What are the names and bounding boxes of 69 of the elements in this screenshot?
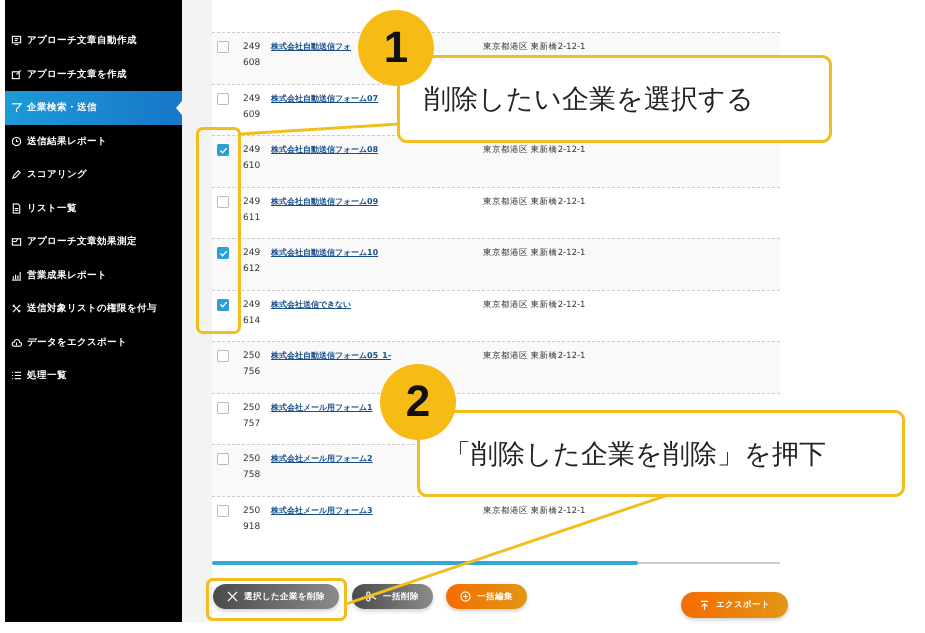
company-address: 東京都港区 東新橋2-12-1	[483, 144, 586, 156]
row-checkbox[interactable]	[217, 41, 229, 53]
sidebar-item[interactable]: スコアリング	[5, 158, 182, 192]
company-link[interactable]: 株式会社自動送信フォ	[271, 42, 351, 51]
sidebar-item[interactable]: 企業検索・送信	[5, 91, 182, 124]
scrollbar-thumb[interactable]	[212, 561, 638, 565]
message-icon	[11, 35, 22, 46]
pencil-icon	[11, 169, 22, 180]
company-link[interactable]: 株式会社送信できない	[271, 300, 351, 308]
company-address: 東京都港区 東新橋2-12-1	[483, 350, 586, 362]
sidebar-item[interactable]: 送信結果レポート	[5, 124, 182, 158]
company-id: 249608	[243, 41, 262, 70]
scrollbar-track[interactable]	[212, 562, 780, 564]
scissors-icon	[366, 591, 377, 602]
edit-icon	[11, 68, 22, 80]
company-id: 249612	[243, 247, 262, 276]
row-checkbox[interactable]	[217, 504, 229, 516]
sidebar-item[interactable]: アプローチ文章を作成	[5, 58, 182, 91]
row-checkbox[interactable]	[217, 144, 229, 156]
plus-circle-icon	[460, 591, 471, 602]
list-icon	[11, 370, 22, 382]
company-address: 東京都港区 東新橋2-12-1	[483, 298, 586, 310]
callout-text: 「削除した企業を削除」を押下	[444, 438, 826, 472]
company-id: 249610	[243, 144, 262, 173]
sidebar-item[interactable]: 送信対象リストの権限を付与	[5, 292, 182, 326]
row-checkbox[interactable]	[217, 453, 229, 465]
company-id: 250756	[243, 350, 262, 379]
tools-icon	[11, 303, 22, 314]
sidebar-item[interactable]: アプローチ文章効果測定	[5, 225, 182, 258]
bar-chart-icon	[11, 270, 22, 281]
company-link[interactable]: 株式会社メール用フォーム1	[271, 402, 373, 412]
company-link[interactable]: 株式会社自動送信フォーム07	[271, 94, 378, 102]
company-address: 東京都港区 東新橋2-12-1	[483, 247, 586, 259]
sidebar-item[interactable]: アプローチ文章自動作成	[5, 24, 182, 58]
callout-text: 削除したい企業を選択する	[424, 83, 754, 117]
cloud-icon	[11, 336, 22, 348]
filter-icon	[11, 102, 22, 114]
company-address: 東京都港区 東新橋2-12-1	[483, 504, 586, 516]
sidebar-item[interactable]: 処理一覧	[5, 359, 182, 392]
sidebar-item[interactable]: リスト一覧	[5, 192, 182, 225]
company-id: 250918	[243, 504, 262, 534]
company-address: 東京都港区 東新橋2-12-1	[483, 196, 586, 208]
row-checkbox[interactable]	[217, 196, 229, 208]
company-id: 249611	[243, 196, 262, 224]
chart-frame-icon	[11, 236, 22, 248]
sidebar-item[interactable]: データをエクスポート	[5, 326, 182, 359]
delete-selected-button[interactable]: 選択した企業を削除	[213, 584, 339, 609]
upload-icon	[699, 600, 710, 610]
document-icon	[11, 202, 22, 214]
company-link[interactable]: 株式会社自動送信フォーム05_1-	[271, 351, 392, 360]
clock-icon	[11, 136, 22, 147]
company-link[interactable]: 株式会社自動送信フォーム08	[271, 145, 378, 154]
company-id: 250758	[243, 453, 262, 482]
sidebar-item[interactable]: 営業成果レポート	[5, 258, 182, 292]
bulk-delete-button[interactable]: 一括削除	[352, 584, 433, 609]
company-id: 249609	[243, 92, 262, 122]
row-checkbox[interactable]	[217, 298, 229, 310]
row-checkbox[interactable]	[217, 402, 229, 414]
company-id: 250757	[243, 402, 262, 430]
row-checkbox[interactable]	[217, 247, 229, 259]
company-link[interactable]: 株式会社自動送信フォーム09	[271, 196, 378, 206]
row-checkbox[interactable]	[217, 92, 229, 104]
row-checkbox[interactable]	[217, 350, 229, 362]
company-address: 東京都港区 東新橋2-12-1	[483, 41, 586, 53]
company-id: 249614	[243, 298, 262, 328]
company-link[interactable]: 株式会社メール用フォーム3	[271, 506, 373, 514]
company-link[interactable]: 株式会社自動送信フォーム10	[271, 248, 378, 257]
close-icon	[227, 591, 238, 602]
company-link[interactable]: 株式会社メール用フォーム2	[271, 454, 373, 463]
